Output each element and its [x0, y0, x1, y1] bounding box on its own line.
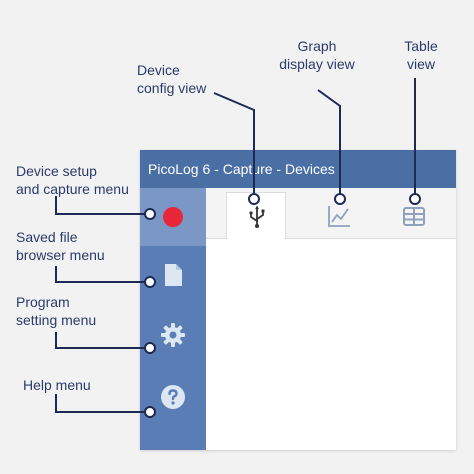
marker-help — [144, 406, 156, 418]
marker-device-config — [248, 193, 260, 205]
marker-graph — [334, 193, 346, 205]
callout-device-setup — [55, 196, 150, 215]
callout-device-config — [213, 92, 255, 197]
marker-table — [409, 193, 421, 205]
callout-graph — [317, 89, 341, 197]
marker-program — [144, 342, 156, 354]
callout-lines — [55, 78, 421, 418]
marker-saved-file — [144, 276, 156, 288]
callout-saved-file — [55, 266, 150, 283]
marker-device-setup — [144, 208, 156, 220]
callout-program — [55, 332, 150, 349]
callout-help — [55, 394, 150, 413]
